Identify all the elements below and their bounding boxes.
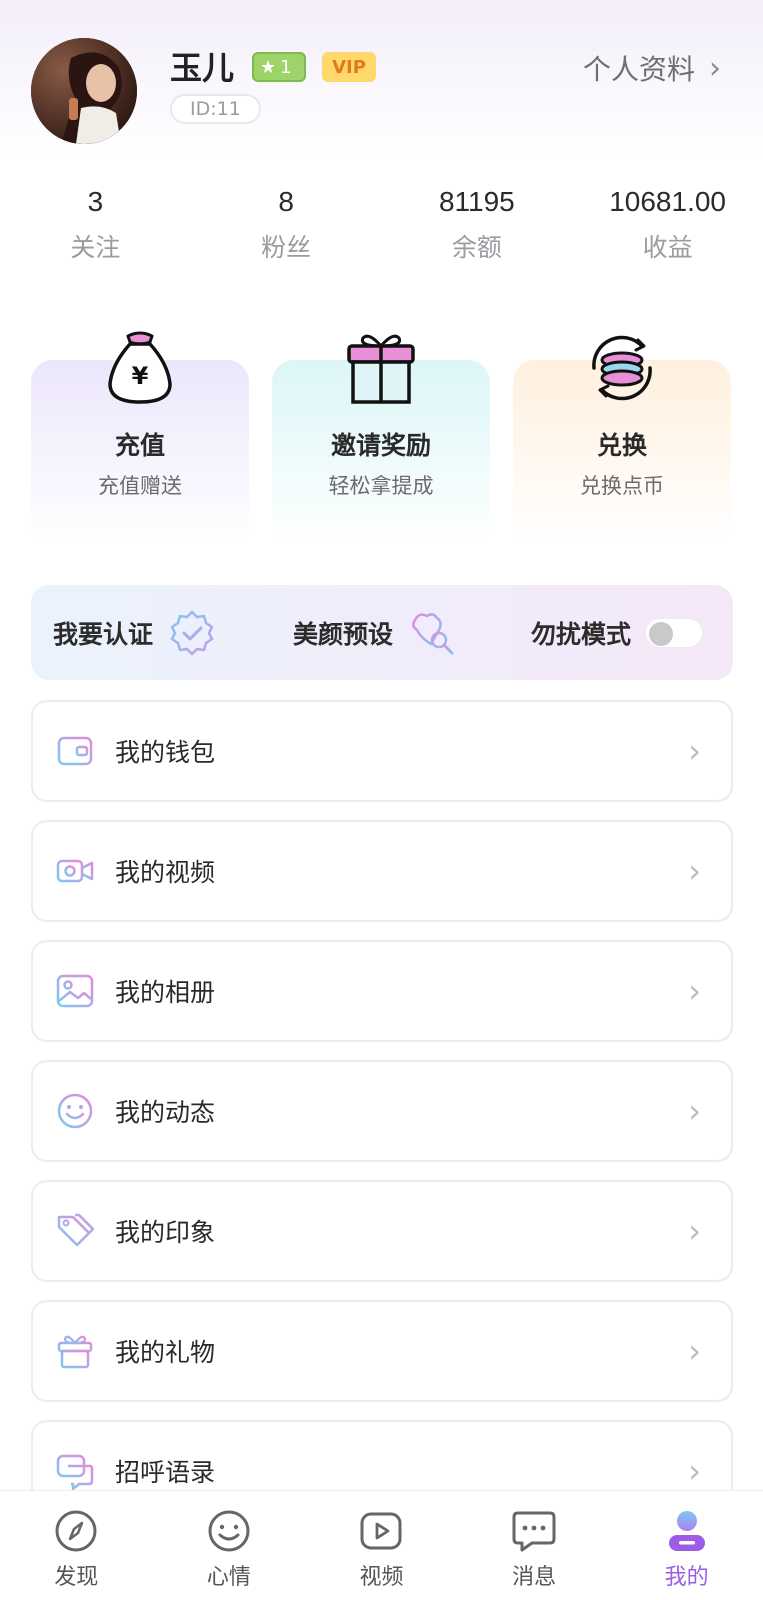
profile-header: 玉儿 ★ 1 VIP ID:11 个人资料 › [0,0,763,160]
card-title: 充值 [114,431,165,460]
tab-label: 我的 [664,1565,709,1590]
dnd-switch[interactable] [645,617,704,648]
tab-discover[interactable]: 发现 [0,1491,153,1600]
card-subtitle: 充值赠送 [98,474,182,498]
compass-icon [55,1510,97,1552]
tab-label: 视频 [359,1565,404,1590]
stat-balance[interactable]: 81195 余额 [382,180,573,280]
menu-label: 我的印象 [115,1218,216,1247]
do-not-disturb-toggle[interactable]: 勿扰模式 [531,615,704,651]
video-camera-icon [56,859,94,883]
stat-following[interactable]: 3 关注 [0,180,191,280]
invite-reward-card[interactable]: 邀请奖励 轻松拿提成 [272,334,490,545]
profile-link-label: 个人资料 [582,53,695,86]
tab-video[interactable]: 视频 [305,1491,458,1600]
menu-item-gifts[interactable]: 我的礼物 › [31,1300,733,1402]
wallet-icon [57,736,93,766]
stat-earnings[interactable]: 10681.00 收益 [572,180,763,280]
vip-badge: VIP [322,52,376,82]
svg-text:¥: ¥ [132,362,149,390]
beauty-search-icon [412,612,454,654]
card-subtitle: 轻松拿提成 [328,474,434,498]
menu-item-moments[interactable]: 我的动态 › [31,1060,733,1162]
feature-cards: ¥ 充值 充值赠送 邀请奖励 轻松拿提成 兑换 兑换点币 [31,330,733,545]
stats-row: 3 关注 8 粉丝 81195 余额 10681.00 收益 [0,180,763,280]
menu-label: 我的视频 [115,858,216,887]
chevron-right-icon: › [709,50,721,86]
bottom-navigation: 发现 心情 视频 消息 我的 [0,1490,763,1600]
tab-messages[interactable]: 消息 [458,1491,611,1600]
play-icon [360,1512,402,1550]
stat-label: 关注 [70,233,121,262]
beauty-preset-button[interactable]: 美颜预设 [293,608,457,658]
menu-item-videos[interactable]: 我的视频 › [31,820,733,922]
menu-label: 我的动态 [115,1098,216,1127]
exchange-card[interactable]: 兑换 兑换点币 [513,335,731,545]
menu-item-wallet[interactable]: 我的钱包 › [31,700,733,802]
stat-value: 8 [278,186,294,217]
card-subtitle: 兑换点币 [580,474,664,498]
stat-value: 3 [87,186,104,217]
gift-box-icon [347,334,415,404]
level-value: 1 [280,56,292,78]
menu-label: 我的相册 [115,978,216,1007]
tab-mood[interactable]: 心情 [153,1491,306,1600]
menu-item-album[interactable]: 我的相册 › [31,940,733,1042]
recharge-card[interactable]: ¥ 充值 充值赠送 [31,331,249,545]
tab-label: 消息 [512,1565,557,1590]
message-icon [512,1511,556,1552]
card-title: 兑换 [596,431,647,460]
chevron-right-icon: › [688,1332,701,1370]
menu-label: 我的钱包 [115,738,216,767]
chevron-right-icon: › [688,1212,701,1250]
tags-icon [57,1213,95,1247]
smiley-icon [57,1093,93,1129]
menu-label: 我的礼物 [115,1338,216,1367]
card-title: 邀请奖励 [330,431,431,460]
stat-label: 粉丝 [261,233,312,262]
level-badge: ★ 1 [252,52,306,82]
tab-me[interactable]: 我的 [610,1491,763,1600]
chevron-right-icon: › [688,1452,701,1490]
avatar[interactable] [31,38,137,144]
profile-page: 玉儿 ★ 1 VIP ID:11 个人资料 › 3 关注 8 粉丝 81195 … [0,0,763,1600]
stat-fans[interactable]: 8 粉丝 [191,180,382,280]
tab-label: 发现 [54,1565,99,1590]
stat-label: 收益 [642,233,693,262]
user-id-pill: ID:11 [170,94,261,124]
quick-actions-bar: 我要认证 美颜预设 勿扰模式 [31,585,733,680]
username: 玉儿 [170,49,235,87]
switch-knob [649,621,674,646]
stat-label: 余额 [451,233,502,262]
profile-settings-link[interactable]: 个人资料 › [583,48,721,88]
verify-label: 我要认证 [53,619,154,649]
stat-value: 10681.00 [609,186,727,217]
chevron-right-icon: › [688,1092,701,1130]
money-bag-icon: ¥ [108,331,172,404]
verified-badge-icon [170,610,214,655]
star-icon: ★ [260,56,277,78]
gift-icon [57,1335,93,1369]
chevron-right-icon: › [688,852,701,890]
beauty-label: 美颜预设 [293,619,394,649]
menu-label: 招呼语录 [115,1458,216,1487]
chevron-right-icon: › [688,732,701,770]
stat-value: 81195 [438,186,515,217]
menu-item-impressions[interactable]: 我的印象 › [31,1180,733,1282]
coin-exchange-icon [592,335,652,401]
verify-button[interactable]: 我要认证 [53,608,217,658]
dnd-label: 勿扰模式 [531,619,632,649]
smiley-icon [208,1510,250,1552]
tab-label: 心情 [206,1565,251,1590]
user-icon [668,1511,705,1551]
chat-bubbles-icon [56,1454,94,1491]
avatar-photo [31,38,137,144]
photo-album-icon [56,974,94,1008]
chevron-right-icon: › [688,972,701,1010]
